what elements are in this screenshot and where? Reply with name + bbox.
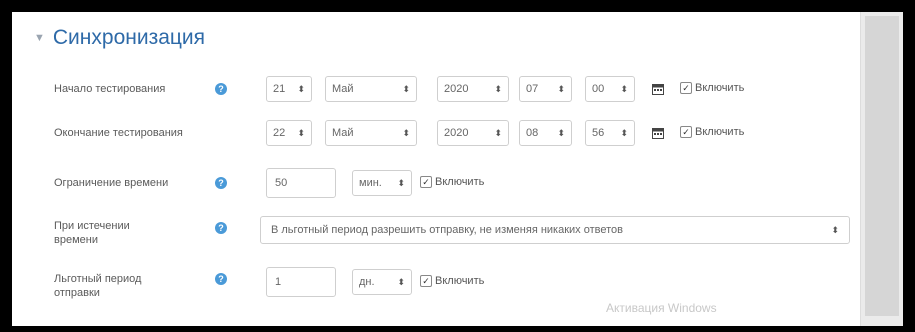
- select-arrow-icon: ⬍: [297, 127, 305, 138]
- windows-activation-watermark: Активация Windows: [606, 301, 717, 315]
- select-arrow-icon: ⬍: [831, 224, 839, 235]
- open-enable-checkbox[interactable]: ✓ Включить: [680, 82, 744, 94]
- close-minute-select[interactable]: 56 ⬍: [585, 120, 635, 146]
- scrollbar-thumb[interactable]: [865, 16, 899, 316]
- close-enable-checkbox[interactable]: ✓ Включить: [680, 126, 744, 138]
- overdue-handling-select[interactable]: В льготный период разрешить отправку, не…: [260, 216, 850, 244]
- close-month-select[interactable]: Май ⬍: [325, 120, 417, 146]
- select-arrow-icon: ⬍: [397, 276, 405, 287]
- help-icon[interactable]: ?: [215, 177, 227, 189]
- time-limit-enable-checkbox[interactable]: ✓ Включить: [420, 176, 484, 188]
- close-hour-select[interactable]: 08 ⬍: [519, 120, 572, 146]
- close-date-label: Окончание тестирования: [54, 127, 183, 139]
- close-day-select[interactable]: 22 ⬍: [266, 120, 312, 146]
- select-arrow-icon: ⬍: [557, 127, 565, 138]
- calendar-icon[interactable]: [652, 83, 664, 95]
- select-arrow-icon: ⬍: [402, 83, 410, 94]
- checkbox-checked-icon[interactable]: ✓: [420, 275, 432, 287]
- quiz-settings-panel: ▼ Синхронизация Начало тестирования ? 21…: [12, 12, 903, 326]
- help-icon[interactable]: ?: [215, 273, 227, 285]
- select-arrow-icon: ⬍: [297, 83, 305, 94]
- select-arrow-icon: ⬍: [397, 177, 405, 188]
- open-month-select[interactable]: Май ⬍: [325, 76, 417, 102]
- grace-period-unit-select[interactable]: дн. ⬍: [352, 269, 412, 295]
- open-minute-select[interactable]: 00 ⬍: [585, 76, 635, 102]
- section-title: Синхронизация: [52, 26, 206, 49]
- select-arrow-icon: ⬍: [557, 83, 565, 94]
- overdue-label: При истечении времени: [54, 220, 130, 246]
- section-header[interactable]: ▼ Синхронизация: [34, 26, 205, 50]
- time-limit-unit-select[interactable]: мин. ⬍: [352, 170, 412, 196]
- select-arrow-icon: ⬍: [402, 127, 410, 138]
- open-hour-select[interactable]: 07 ⬍: [519, 76, 572, 102]
- checkbox-checked-icon[interactable]: ✓: [420, 176, 432, 188]
- open-date-label: Начало тестирования: [54, 83, 166, 95]
- time-limit-input[interactable]: 50: [266, 168, 336, 198]
- open-day-select[interactable]: 21 ⬍: [266, 76, 312, 102]
- chevron-down-icon[interactable]: ▼: [34, 32, 45, 44]
- select-arrow-icon: ⬍: [620, 127, 628, 138]
- select-arrow-icon: ⬍: [494, 83, 502, 94]
- open-year-select[interactable]: 2020 ⬍: [437, 76, 509, 102]
- select-arrow-icon: ⬍: [494, 127, 502, 138]
- grace-period-input[interactable]: 1: [266, 267, 336, 297]
- checkbox-checked-icon[interactable]: ✓: [680, 126, 692, 138]
- help-icon[interactable]: ?: [215, 222, 227, 234]
- select-arrow-icon: ⬍: [620, 83, 628, 94]
- grace-period-label: Льготный период отправки: [54, 273, 142, 299]
- scrollbar[interactable]: [860, 12, 903, 326]
- close-year-select[interactable]: 2020 ⬍: [437, 120, 509, 146]
- calendar-icon[interactable]: [652, 127, 664, 139]
- help-icon[interactable]: ?: [215, 83, 227, 95]
- time-limit-label: Ограничение времени: [54, 177, 169, 189]
- checkbox-checked-icon[interactable]: ✓: [680, 82, 692, 94]
- grace-period-enable-checkbox[interactable]: ✓ Включить: [420, 275, 484, 287]
